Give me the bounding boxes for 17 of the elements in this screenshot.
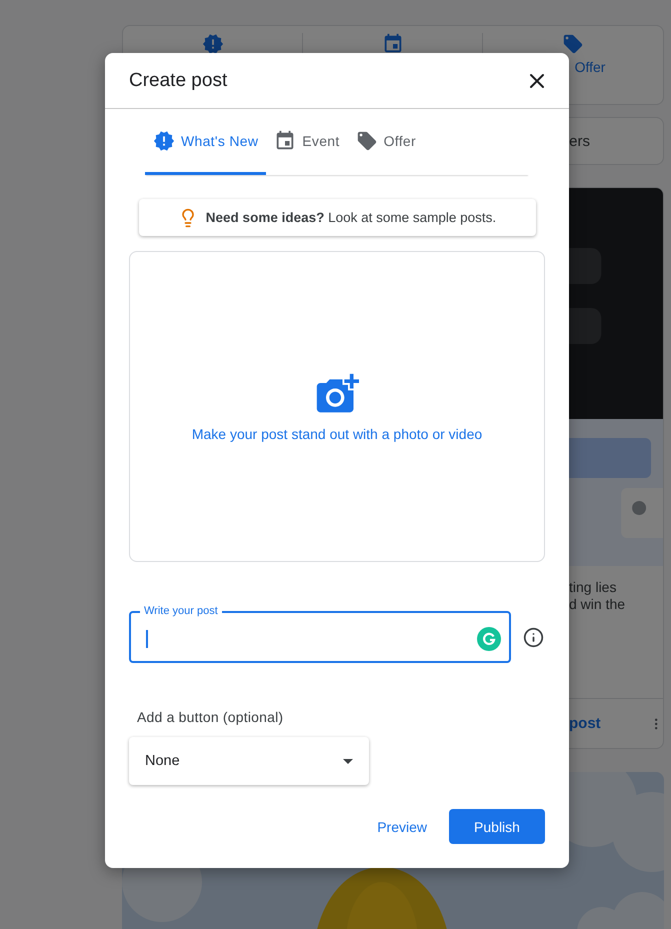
preview-button[interactable]: Preview [377,810,427,842]
ideas-button[interactable]: Need some ideas? Look at some sample posts. [138,199,536,236]
button-type-dropdown[interactable]: None [129,737,369,785]
post-link[interactable]: post [569,715,601,732]
post-type-tab[interactable]: What's New [145,109,266,175]
post-text-field[interactable]: Write your post [129,605,511,663]
section-label: Add a button (optional) [136,709,284,725]
post-text: d win the [569,596,626,613]
post-type-tab[interactable]: Event [266,109,348,175]
media-prompt: Make your post stand out with a photo or video [192,426,482,442]
media-upload-area[interactable]: Make your post stand out with a photo or video [129,251,545,562]
filter-label: ers [569,132,590,150]
post-text: ting lies [569,579,618,596]
tab-label[interactable]: Offer [574,59,606,75]
publish-button[interactable]: Publish [449,809,545,844]
post-type-tab[interactable]: Offer [348,109,424,175]
dialog-title: Create post [129,70,228,92]
